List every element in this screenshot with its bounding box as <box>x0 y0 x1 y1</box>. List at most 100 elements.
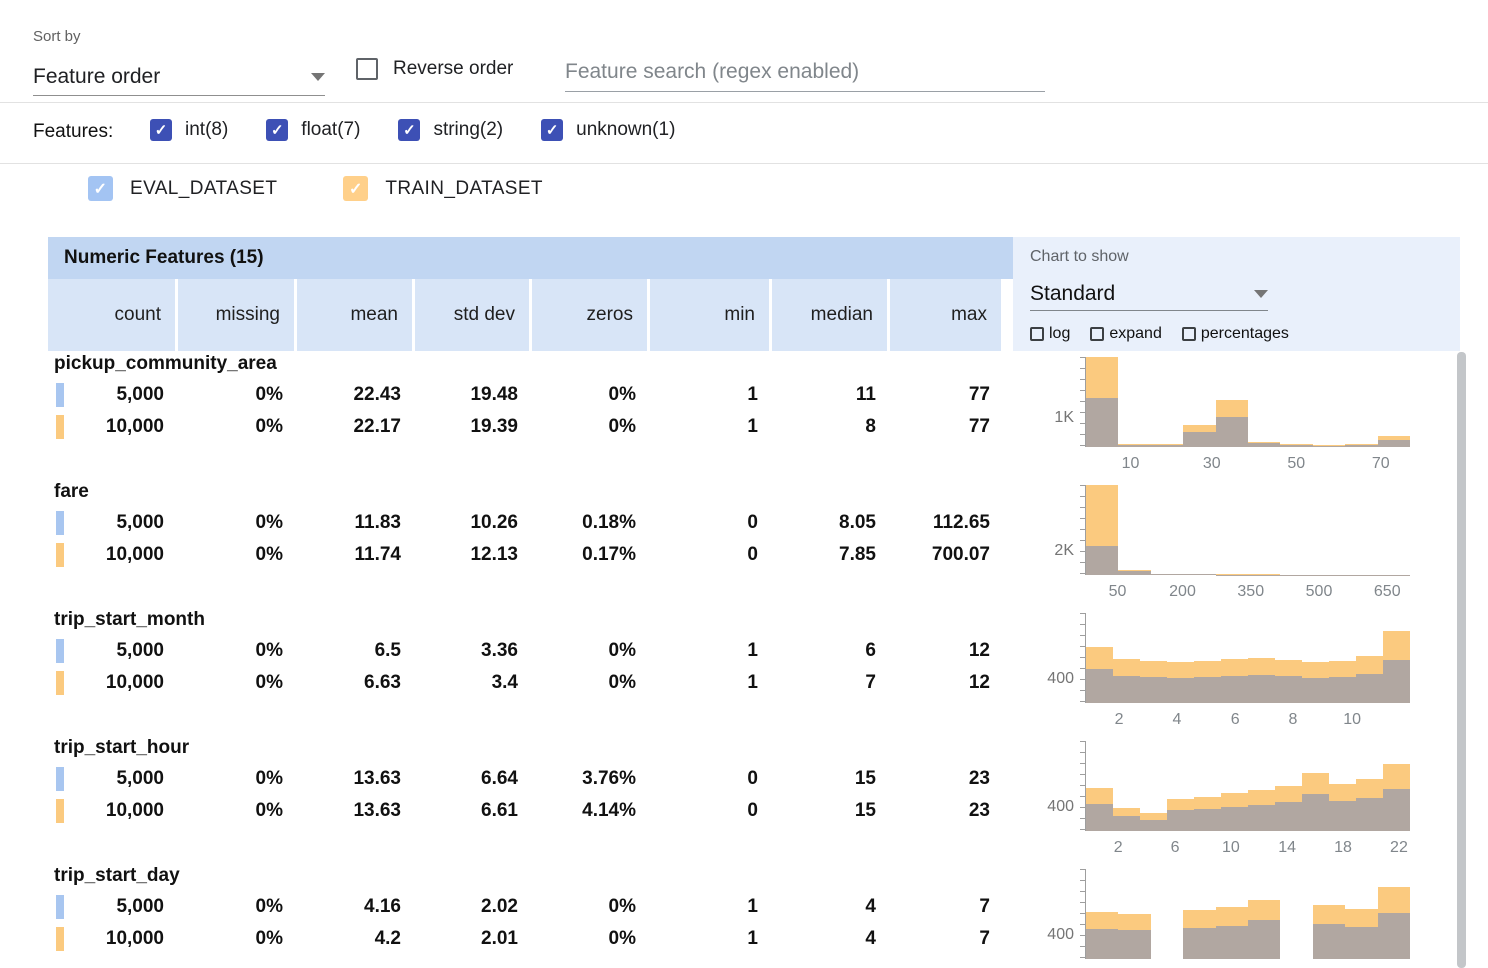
x-tick-label: 70 <box>1372 455 1390 473</box>
reverse-order-checkbox[interactable] <box>356 58 378 80</box>
y-axis-label: 400 <box>1030 926 1074 944</box>
checkbox-checked-icon[interactable]: ✓ <box>343 176 368 201</box>
chart-to-show-label: Chart to show <box>1030 248 1129 266</box>
dataset-label: EVAL_DATASET <box>130 178 277 200</box>
feature-type-filter-int[interactable]: ✓ int(8) <box>150 119 228 141</box>
histogram-bucket <box>1140 741 1167 831</box>
histogram-bucket <box>1183 485 1215 575</box>
checkbox-checked-icon[interactable]: ✓ <box>541 119 563 141</box>
x-tick-label: 50 <box>1109 583 1127 601</box>
table-title-text: Numeric Features (15) <box>64 247 264 269</box>
x-tick-label: 22 <box>1390 839 1408 857</box>
eval-bar <box>1086 669 1113 703</box>
stat-mean: 4.16 <box>297 896 415 918</box>
stat-median: 8 <box>772 416 890 438</box>
histogram-bucket <box>1151 485 1183 575</box>
chart-toggle-log[interactable]: log <box>1030 325 1070 343</box>
stat-missing: 0% <box>178 416 297 438</box>
divider <box>0 102 1488 103</box>
histogram-bucket <box>1194 741 1221 831</box>
histogram-bucket <box>1216 485 1248 575</box>
stat-mean: 13.63 <box>297 768 415 790</box>
checkbox-checked-icon[interactable]: ✓ <box>266 119 288 141</box>
feature-type-filter-unknown[interactable]: ✓unknown(1) <box>541 119 675 141</box>
checkbox-unchecked-icon[interactable] <box>1030 327 1044 341</box>
stat-mean: 11.83 <box>297 512 415 534</box>
x-tick-label: 50 <box>1287 455 1305 473</box>
histogram-bucket <box>1280 869 1312 959</box>
feature-type-filter-label: int(8) <box>185 119 228 141</box>
checkbox-unchecked-icon[interactable] <box>1090 327 1104 341</box>
stats-row-eval: 5,0000%13.636.643.76%01523 <box>48 766 1004 792</box>
eval-bar <box>1383 660 1410 703</box>
feature-search-input[interactable] <box>565 52 1045 92</box>
histogram-bucket <box>1280 357 1312 447</box>
histogram-bucket <box>1280 485 1312 575</box>
x-tick-label: 2 <box>1114 839 1123 857</box>
x-tick-label: 30 <box>1203 455 1221 473</box>
stat-max: 700.07 <box>890 544 1004 566</box>
histogram-bucket <box>1086 613 1113 703</box>
stat-missing: 0% <box>178 768 297 790</box>
feature-type-filter-string[interactable]: ✓string(2) <box>398 119 503 141</box>
eval-bar <box>1151 574 1183 575</box>
histogram-bucket <box>1345 357 1377 447</box>
histogram-bucket <box>1183 357 1215 447</box>
stat-count: 5,000 <box>48 384 178 406</box>
stat-missing: 0% <box>178 384 297 406</box>
eval-bar <box>1383 789 1410 831</box>
histogram-bucket <box>1216 869 1248 959</box>
stat-count: 5,000 <box>48 768 178 790</box>
checkbox-checked-icon[interactable]: ✓ <box>398 119 420 141</box>
stat-median: 4 <box>772 896 890 918</box>
stat-zeros: 0% <box>532 896 650 918</box>
eval-bar <box>1221 807 1248 831</box>
histogram-bucket <box>1248 357 1280 447</box>
stat-missing: 0% <box>178 640 297 662</box>
histogram-bucket <box>1216 357 1248 447</box>
histogram-bucket <box>1275 613 1302 703</box>
dataset-toggle-train_dataset[interactable]: ✓TRAIN_DATASET <box>343 176 543 201</box>
histogram-bucket <box>1118 357 1150 447</box>
stat-std_dev: 6.64 <box>415 768 532 790</box>
histogram-bucket <box>1086 741 1113 831</box>
chart-toggle-expand[interactable]: expand <box>1090 325 1162 343</box>
histogram-bucket <box>1356 613 1383 703</box>
stat-count: 10,000 <box>48 800 178 822</box>
stat-zeros: 0% <box>532 416 650 438</box>
histogram-bucket <box>1167 613 1194 703</box>
stats-row-train: 10,0000%4.22.010%147 <box>48 926 1004 952</box>
reverse-order-control[interactable]: Reverse order <box>356 58 513 80</box>
checkbox-unchecked-icon[interactable] <box>1182 327 1196 341</box>
feature-type-filter-float[interactable]: ✓float(7) <box>266 119 360 141</box>
y-axis-label: 1K <box>1030 409 1074 427</box>
histogram-bucket <box>1140 613 1167 703</box>
stat-zeros: 0% <box>532 640 650 662</box>
dataset-toggle-eval_dataset[interactable]: ✓ EVAL_DATASET <box>88 176 277 201</box>
eval-bar <box>1194 677 1221 703</box>
stat-min: 1 <box>650 928 772 950</box>
chart-type-select[interactable]: Standard <box>1030 277 1268 311</box>
eval-bar <box>1216 417 1248 447</box>
stat-max: 23 <box>890 800 1004 822</box>
x-tick-label: 650 <box>1374 583 1401 601</box>
stat-max: 12 <box>890 672 1004 694</box>
feature-name: fare <box>54 481 89 503</box>
sort-by-select[interactable]: Feature order <box>33 58 325 96</box>
stat-median: 7 <box>772 672 890 694</box>
checkbox-checked-icon[interactable]: ✓ <box>88 176 113 201</box>
stat-max: 77 <box>890 384 1004 406</box>
stat-count: 5,000 <box>48 896 178 918</box>
x-tick-label: 4 <box>1173 711 1182 729</box>
histogram-bucket <box>1221 613 1248 703</box>
histogram-bucket <box>1275 741 1302 831</box>
stat-count: 10,000 <box>48 544 178 566</box>
histogram-bars <box>1086 741 1410 831</box>
chart-toggle-label: expand <box>1109 325 1162 343</box>
stat-max: 7 <box>890 896 1004 918</box>
chart-toggle-percentages[interactable]: percentages <box>1182 325 1289 343</box>
scrollbar-thumb[interactable] <box>1457 352 1466 968</box>
vertical-scrollbar[interactable] <box>1457 352 1466 968</box>
chart-toggle-label: percentages <box>1201 325 1289 343</box>
checkbox-checked-icon[interactable]: ✓ <box>150 119 172 141</box>
